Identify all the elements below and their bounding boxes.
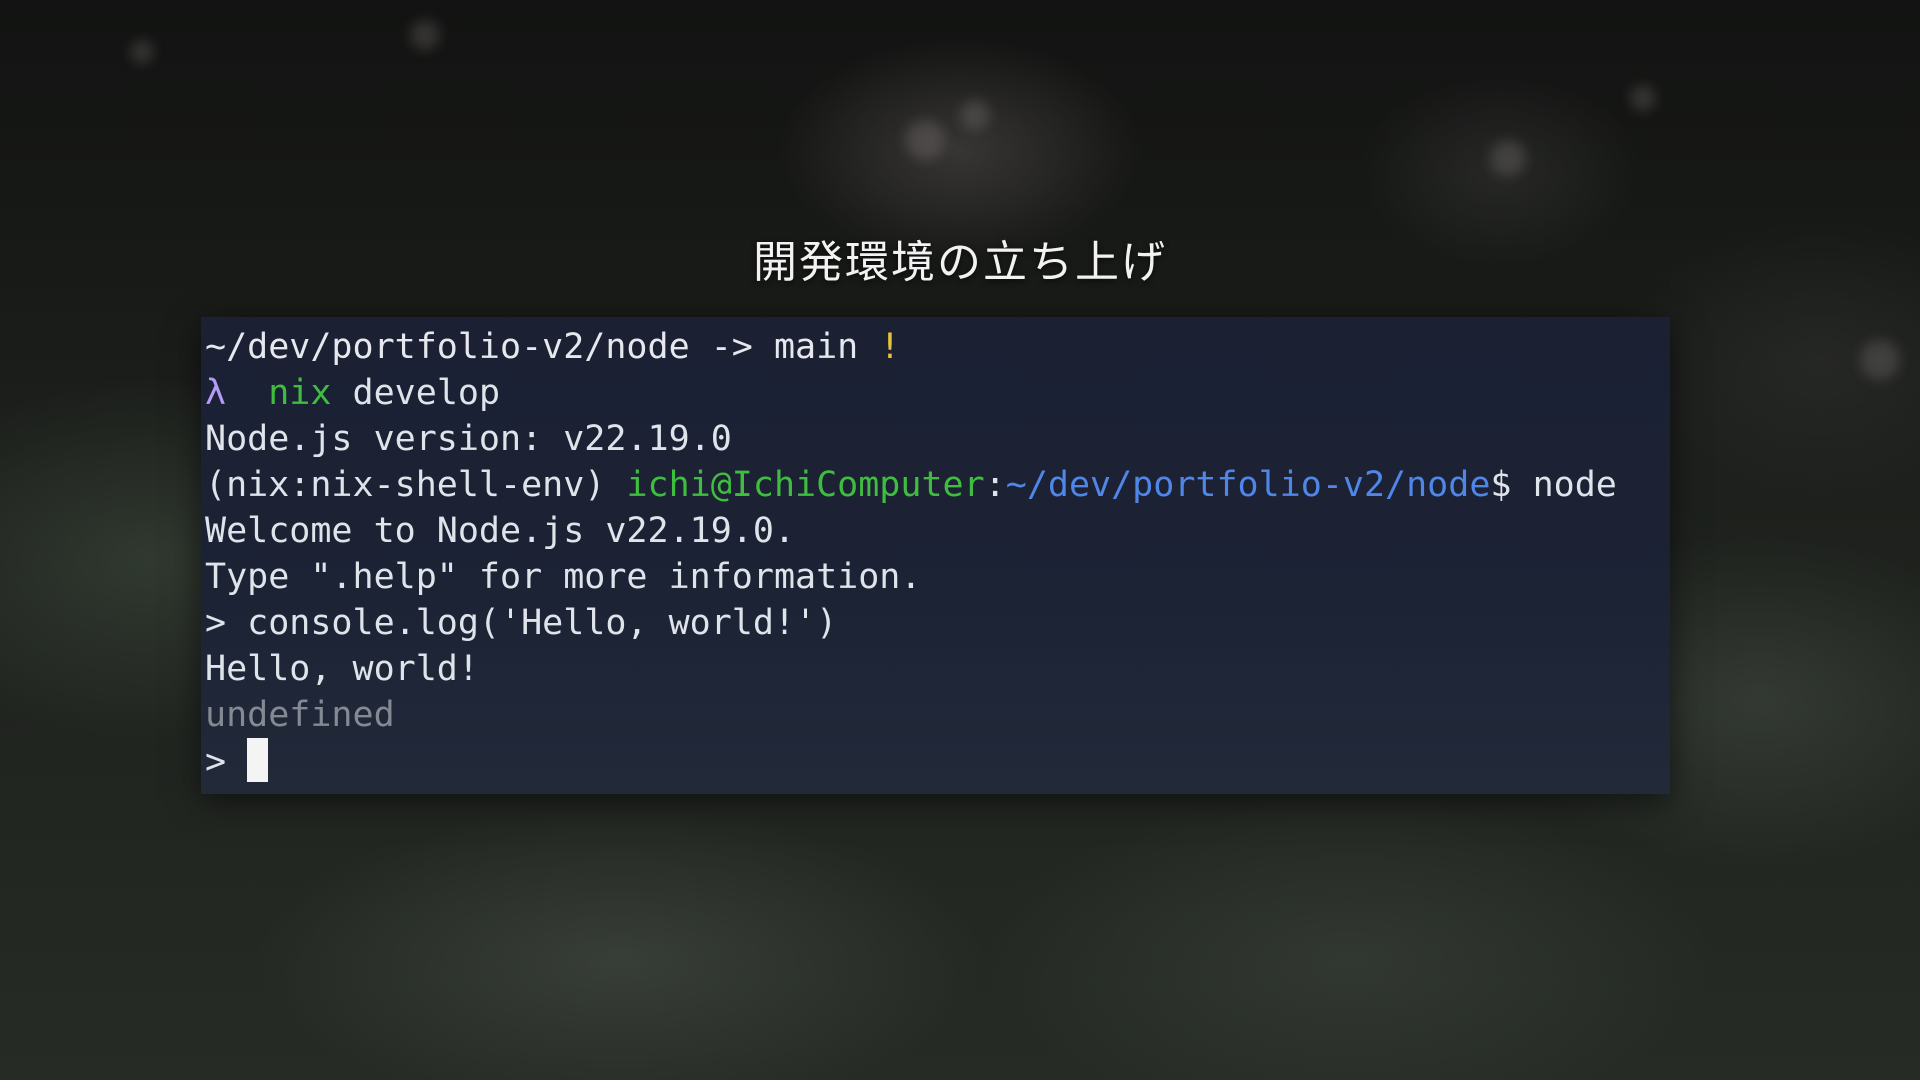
background-bokeh [1630, 85, 1656, 111]
background-bokeh [1860, 340, 1900, 380]
background-bokeh [905, 120, 945, 160]
typed-command: node [1532, 465, 1617, 505]
git-branch: main [773, 327, 859, 367]
command-name: nix [268, 373, 332, 413]
git-status-mark: ! [879, 327, 901, 367]
current-directory: ~/dev/portfolio-v2/node [1005, 465, 1491, 505]
background-bokeh [960, 100, 990, 130]
terminal-line-output: Node.js version: v22.19.0 [205, 419, 732, 459]
terminal-window[interactable]: ~/dev/portfolio-v2/node -> main ! λ nix d… [201, 317, 1670, 794]
terminal-line-output: Welcome to Node.js v22.19.0. [205, 511, 796, 551]
terminal-line-command: λ nix develop [205, 370, 1670, 416]
command-argument: develop [352, 373, 501, 413]
prompt-arrow: -> [689, 327, 774, 367]
user-host: ichi@IchiComputer [626, 465, 985, 505]
terminal-line-repl-input: > console.log('Hello, world!') [205, 603, 838, 643]
repl-prompt: > [205, 742, 248, 782]
prompt-colon: : [984, 465, 1006, 505]
terminal-line-shell-prompt: (nix:nix-shell-env) ichi@IchiComputer:~/… [205, 462, 1670, 508]
terminal-line-git-prompt: ~/dev/portfolio-v2/node -> main ! [205, 324, 1670, 370]
lambda-prompt-symbol: λ [205, 373, 227, 413]
text-cursor[interactable] [247, 738, 269, 782]
terminal-line-undefined: undefined [205, 695, 395, 735]
page-title: 開発環境の立ち上げ [753, 237, 1167, 288]
prompt-dollar: $ [1490, 465, 1533, 505]
background-bokeh [1490, 140, 1526, 176]
terminal-line-output: Type ".help" for more information. [205, 557, 922, 597]
background-bokeh [410, 20, 440, 50]
nix-env-label: (nix:nix-shell-env) [205, 465, 627, 505]
terminal-line-repl-prompt[interactable]: > [205, 738, 1670, 784]
prompt-path: ~/dev/portfolio-v2/node [205, 327, 690, 367]
terminal-line-output: Hello, world! [205, 649, 479, 689]
background-bokeh [130, 40, 154, 64]
